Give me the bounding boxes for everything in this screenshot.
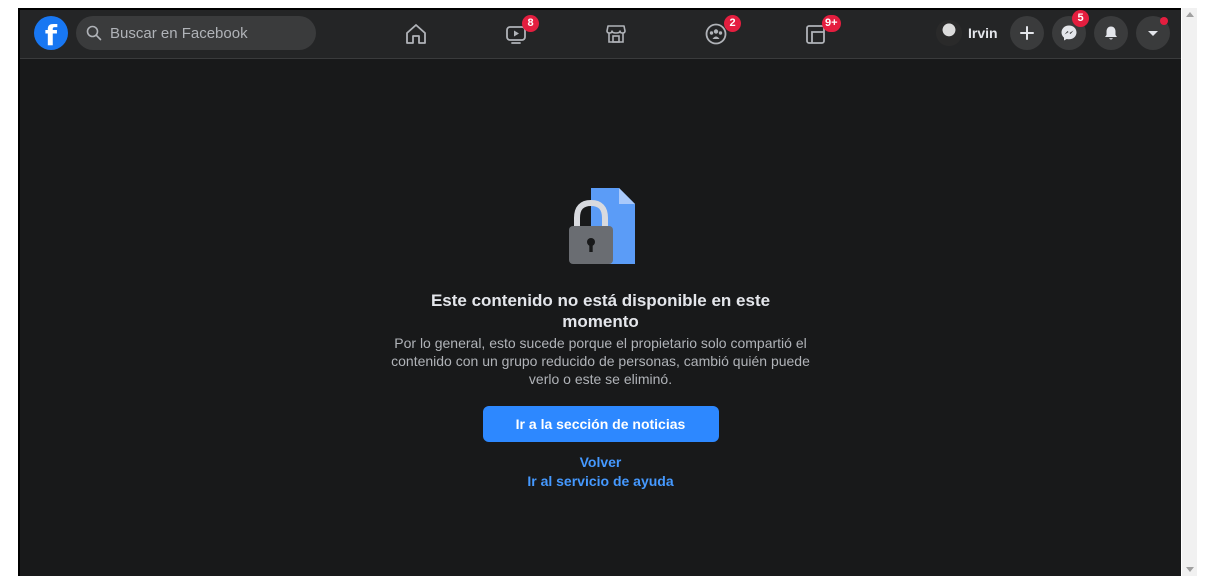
tab-marketplace[interactable] <box>566 10 666 58</box>
messenger-icon <box>1061 25 1077 41</box>
locked-document-icon <box>568 188 635 264</box>
search-icon <box>86 25 102 41</box>
help-center-link[interactable]: Ir al servicio de ayuda <box>20 472 1181 491</box>
plus-icon <box>1020 26 1034 40</box>
tab-home[interactable] <box>366 10 466 58</box>
tab-groups[interactable]: 2 <box>666 10 766 58</box>
home-icon <box>406 24 426 44</box>
search-box[interactable] <box>76 16 316 50</box>
page-scrollbar[interactable] <box>1182 8 1197 576</box>
notification-dot <box>1160 17 1168 25</box>
top-navigation-bar: f 8 <box>20 10 1181 59</box>
browser-viewport: f 8 <box>18 8 1181 576</box>
page-title: Este contenido no está disponible en est… <box>430 291 771 331</box>
search-input[interactable] <box>108 23 302 43</box>
gaming-badge: 9+ <box>822 15 841 32</box>
page-description: Por lo general, esto sucede porque el pr… <box>391 335 810 387</box>
scroll-down-arrow-icon[interactable] <box>1186 567 1194 572</box>
bell-icon <box>1105 26 1117 40</box>
profile-button[interactable]: Irvin <box>932 16 1006 50</box>
store-icon <box>606 25 626 43</box>
unavailable-content-panel: Este contenido no está disponible en est… <box>20 180 1181 491</box>
create-button[interactable] <box>1010 16 1044 50</box>
tab-gaming[interactable]: 9+ <box>766 10 866 58</box>
facebook-logo-icon[interactable]: f <box>34 16 68 50</box>
notifications-button[interactable] <box>1094 16 1128 50</box>
tab-watch[interactable]: 8 <box>466 10 566 58</box>
watch-badge: 8 <box>522 15 539 32</box>
avatar <box>936 20 962 46</box>
messenger-button[interactable]: 5 <box>1052 10 1089 50</box>
caret-down-icon <box>1148 31 1158 36</box>
scroll-up-arrow-icon[interactable] <box>1186 12 1194 17</box>
back-link[interactable]: Volver <box>20 453 1181 472</box>
messenger-badge: 5 <box>1072 10 1089 27</box>
account-menu-button[interactable] <box>1136 16 1170 50</box>
groups-badge: 2 <box>724 15 741 32</box>
go-to-news-feed-button[interactable]: Ir a la sección de noticias <box>482 406 719 442</box>
profile-name: Irvin <box>968 25 998 41</box>
